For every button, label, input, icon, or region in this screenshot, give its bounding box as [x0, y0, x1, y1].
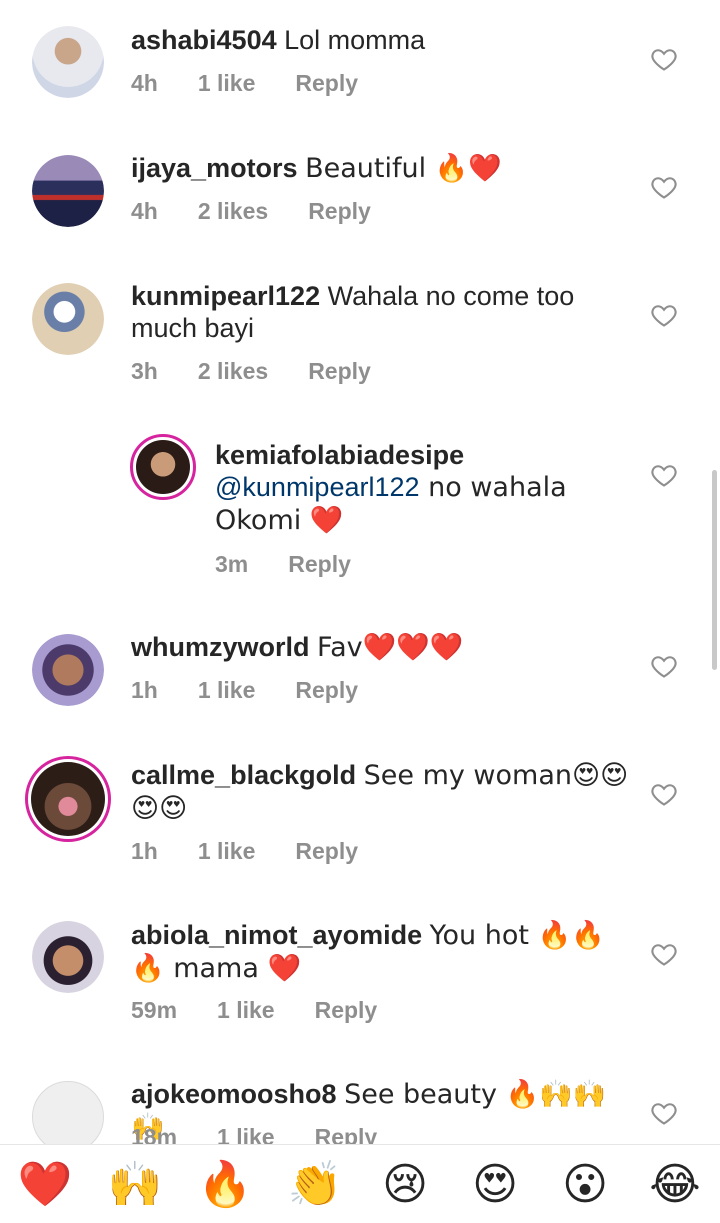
avatar[interactable] — [32, 921, 104, 993]
avatar[interactable] — [130, 434, 196, 500]
comment-text: Beautiful 🔥❤️ — [305, 153, 502, 184]
scrollbar[interactable] — [712, 470, 717, 670]
like-count[interactable]: 2 likes — [198, 358, 268, 385]
comment-time: 1h — [131, 838, 158, 864]
avatar[interactable] — [25, 756, 111, 842]
emoji-fire-button[interactable]: 🔥 — [195, 1158, 255, 1210]
emoji-raising-hands-button[interactable]: 🙌 — [105, 1158, 165, 1210]
reply-button[interactable]: Reply — [295, 838, 358, 865]
mention-link[interactable]: @kunmipearl122 — [215, 472, 420, 502]
heart-outline-icon[interactable] — [650, 45, 678, 73]
emoji-crying-button[interactable]: 😢 — [375, 1159, 435, 1210]
avatar[interactable] — [32, 26, 104, 98]
comment-username[interactable]: kemiafolabiadesipe — [215, 440, 464, 470]
emoji-red-heart-button[interactable]: ❤️ — [15, 1158, 75, 1210]
avatar[interactable] — [32, 1081, 104, 1144]
like-count[interactable]: 1 like — [198, 677, 256, 704]
avatar[interactable] — [32, 155, 104, 227]
comment-text: Lol momma — [284, 25, 426, 55]
heart-outline-icon[interactable] — [650, 461, 678, 489]
emoji-clapping-button[interactable]: 👏 — [285, 1158, 345, 1210]
reply-button[interactable]: Reply — [315, 1124, 378, 1144]
avatar[interactable] — [32, 634, 104, 706]
comment-username[interactable]: ijaya_motors — [131, 153, 298, 183]
heart-outline-icon[interactable] — [650, 780, 678, 808]
heart-outline-icon[interactable] — [650, 652, 678, 680]
like-count[interactable]: 1 like — [217, 1124, 275, 1144]
like-count[interactable]: 2 likes — [198, 198, 268, 225]
emoji-laughing-button[interactable]: 😂 — [645, 1159, 705, 1210]
comment-time: 4h — [131, 70, 158, 96]
reply-button[interactable]: Reply — [295, 70, 358, 97]
comment-time: 18m — [131, 1124, 178, 1144]
heart-outline-icon[interactable] — [650, 940, 678, 968]
comment-text: Fav❤️❤️❤️ — [317, 632, 464, 663]
emoji-heart-eyes-button[interactable]: 😍 — [465, 1159, 525, 1210]
comment-time: 59m — [131, 997, 178, 1023]
comment-username[interactable]: ashabi4504 — [131, 25, 277, 55]
like-count[interactable]: 1 like — [198, 70, 256, 97]
comment-username[interactable]: kunmipearl122 — [131, 281, 320, 311]
reply-button[interactable]: Reply — [288, 551, 351, 578]
avatar[interactable] — [32, 283, 104, 355]
reply-button[interactable]: Reply — [315, 997, 378, 1024]
comment-time: 3m — [215, 551, 249, 577]
comment-username[interactable]: abiola_nimot_ayomide — [131, 920, 422, 950]
comment-username[interactable]: whumzyworld — [131, 632, 310, 662]
heart-outline-icon[interactable] — [650, 1099, 678, 1127]
comment-username[interactable]: ajokeomoosho8 — [131, 1079, 337, 1109]
like-count[interactable]: 1 like — [217, 997, 275, 1024]
reply-button[interactable]: Reply — [295, 677, 358, 704]
emoji-surprised-button[interactable]: 😮 — [555, 1159, 615, 1210]
reply-button[interactable]: Reply — [308, 358, 371, 385]
comment-time: 3h — [131, 358, 158, 384]
heart-outline-icon[interactable] — [650, 173, 678, 201]
like-count[interactable]: 1 like — [198, 838, 256, 865]
heart-outline-icon[interactable] — [650, 301, 678, 329]
comments-list: ashabi4504 Lol momma 4h 1 like Reply ija… — [0, 0, 720, 1144]
reply-button[interactable]: Reply — [308, 198, 371, 225]
comment-time: 4h — [131, 198, 158, 224]
quick-reaction-bar: ❤️ 🙌 🔥 👏 😢 😍 😮 😂 — [0, 1144, 720, 1223]
comment-username[interactable]: callme_blackgold — [131, 760, 356, 790]
comment-time: 1h — [131, 677, 158, 703]
